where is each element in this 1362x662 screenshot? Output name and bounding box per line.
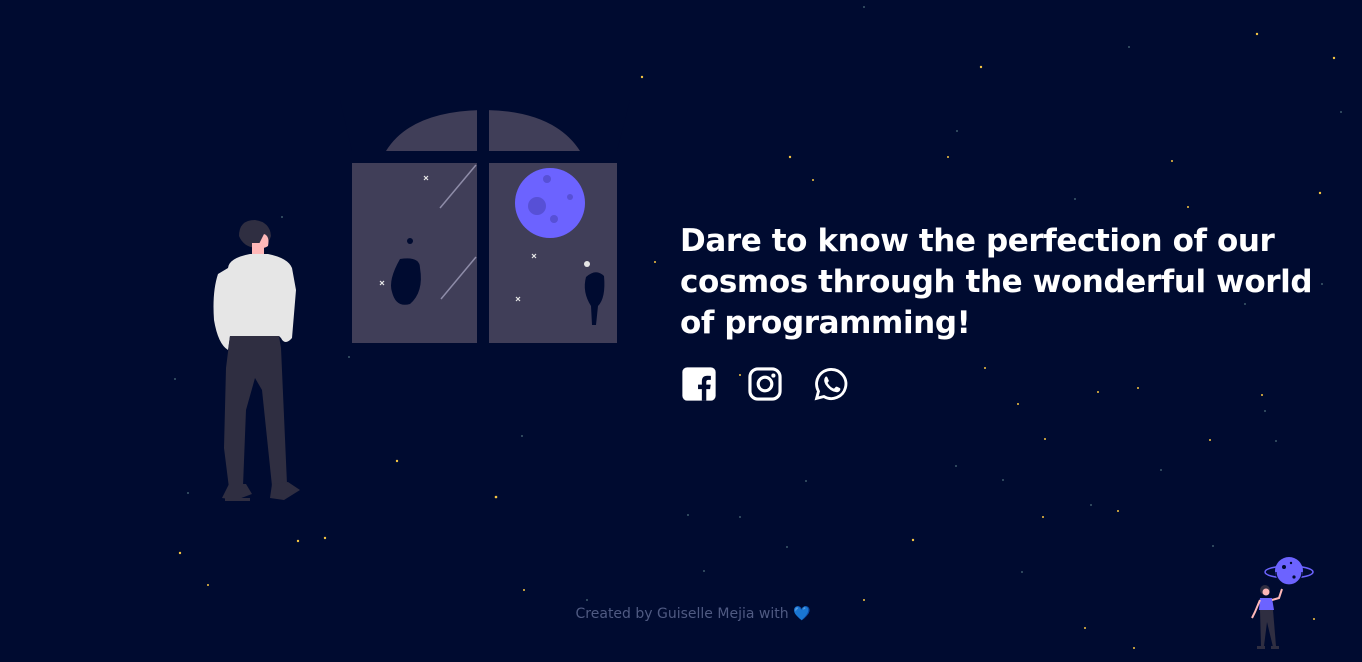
planet-girl-illustration [1251, 557, 1314, 649]
landing-page: Dare to know the perfection of our cosmo… [0, 0, 1362, 662]
facebook-icon[interactable] [680, 365, 718, 403]
window-scene-illustration [213, 100, 630, 501]
window-illustration [340, 100, 630, 350]
footer-credit: Created by Guiselle Mejia with 💙 [0, 606, 1362, 622]
instagram-icon[interactable] [746, 365, 784, 403]
whatsapp-icon[interactable] [812, 365, 850, 403]
man-illustration [213, 220, 300, 501]
footer-text: Created by Guiselle Mejia with [575, 606, 789, 622]
hero-headline: Dare to know the perfection of our cosmo… [680, 223, 1313, 341]
heart-icon: 💙 [793, 606, 811, 622]
social-links [680, 365, 850, 403]
